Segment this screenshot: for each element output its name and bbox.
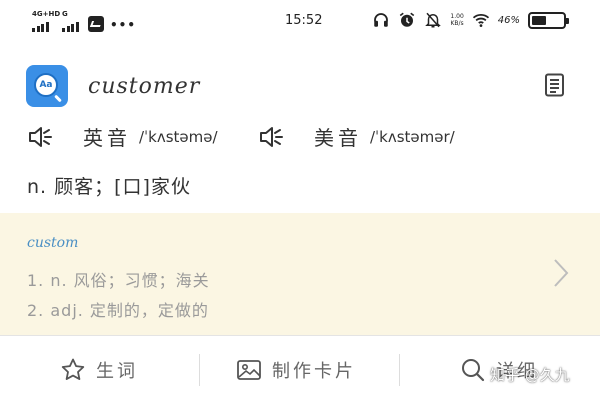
related-def-2: 2. adj. 定制的，定做的 (27, 301, 209, 320)
signal-bars-2-icon (62, 22, 79, 32)
battery-icon (528, 11, 569, 29)
add-vocab-button[interactable]: 生词 (60, 336, 138, 402)
search-icon (462, 358, 485, 381)
battery-fill (532, 15, 546, 25)
more-notifications-icon: ••• (110, 18, 137, 32)
headphones-icon (374, 13, 389, 27)
speed-value: 1.00 (450, 13, 464, 20)
related-def-1: 1. n. 风俗；习惯；海关 (27, 271, 210, 290)
us-pronunciation: 美音 /ˈkʌstəmər/ (258, 122, 455, 151)
network-type-label: 4G+HD (32, 10, 61, 18)
chevron-right-icon[interactable] (552, 257, 570, 289)
signal-1: 4G+HD (32, 10, 60, 32)
notes-icon[interactable] (544, 73, 566, 97)
wifi-icon (472, 13, 489, 27)
signal-bars-icon (32, 22, 49, 32)
alarm-icon (400, 12, 415, 27)
battery-percent: 46% (497, 14, 520, 26)
star-icon (61, 358, 85, 380)
make-card-button[interactable]: 制作卡片 (236, 336, 356, 402)
mute-bell-icon (425, 12, 442, 28)
headword: customer (88, 74, 201, 99)
us-label: 美音 (314, 126, 362, 150)
status-bar-left: 4G+HD G ••• (32, 10, 137, 32)
network-speed: 1.00 KB/s (450, 13, 463, 27)
notification-icon (88, 16, 104, 32)
uk-speaker-icon[interactable] (27, 124, 53, 150)
dictionary-app-icon[interactable]: Aa (26, 65, 68, 107)
vocab-label: 生词 (96, 360, 138, 382)
related-word: custom (27, 235, 79, 251)
status-bar: 4G+HD G ••• 15:52 1.00 KB/s 46% (0, 0, 600, 44)
clock: 15:52 (285, 13, 323, 28)
uk-ipa: /ˈkʌstəmə/ (139, 127, 218, 146)
definition: n. 顾客；[口]家伙 (27, 176, 191, 198)
us-speaker-icon[interactable] (258, 124, 284, 150)
us-ipa: /ˈkʌstəmər/ (370, 127, 455, 146)
signal-2: G (62, 10, 82, 32)
uk-label: 英音 (83, 126, 131, 150)
speed-unit: KB/s (450, 20, 464, 27)
magnifier-aa-icon: Aa (34, 73, 58, 97)
network-type-label-2: G (62, 10, 68, 18)
toolbar-divider (399, 354, 400, 386)
related-word-panel[interactable]: custom 1. n. 风俗；习惯；海关 2. adj. 定制的，定做的 (0, 213, 600, 335)
card-label: 制作卡片 (272, 360, 356, 382)
uk-pronunciation: 英音 /ˈkʌstəmə/ (27, 122, 218, 151)
watermark: 知乎 @久九 (490, 366, 570, 384)
status-bar-right: 1.00 KB/s 46% (372, 11, 569, 29)
toolbar-divider (199, 354, 200, 386)
image-card-icon (237, 359, 261, 380)
